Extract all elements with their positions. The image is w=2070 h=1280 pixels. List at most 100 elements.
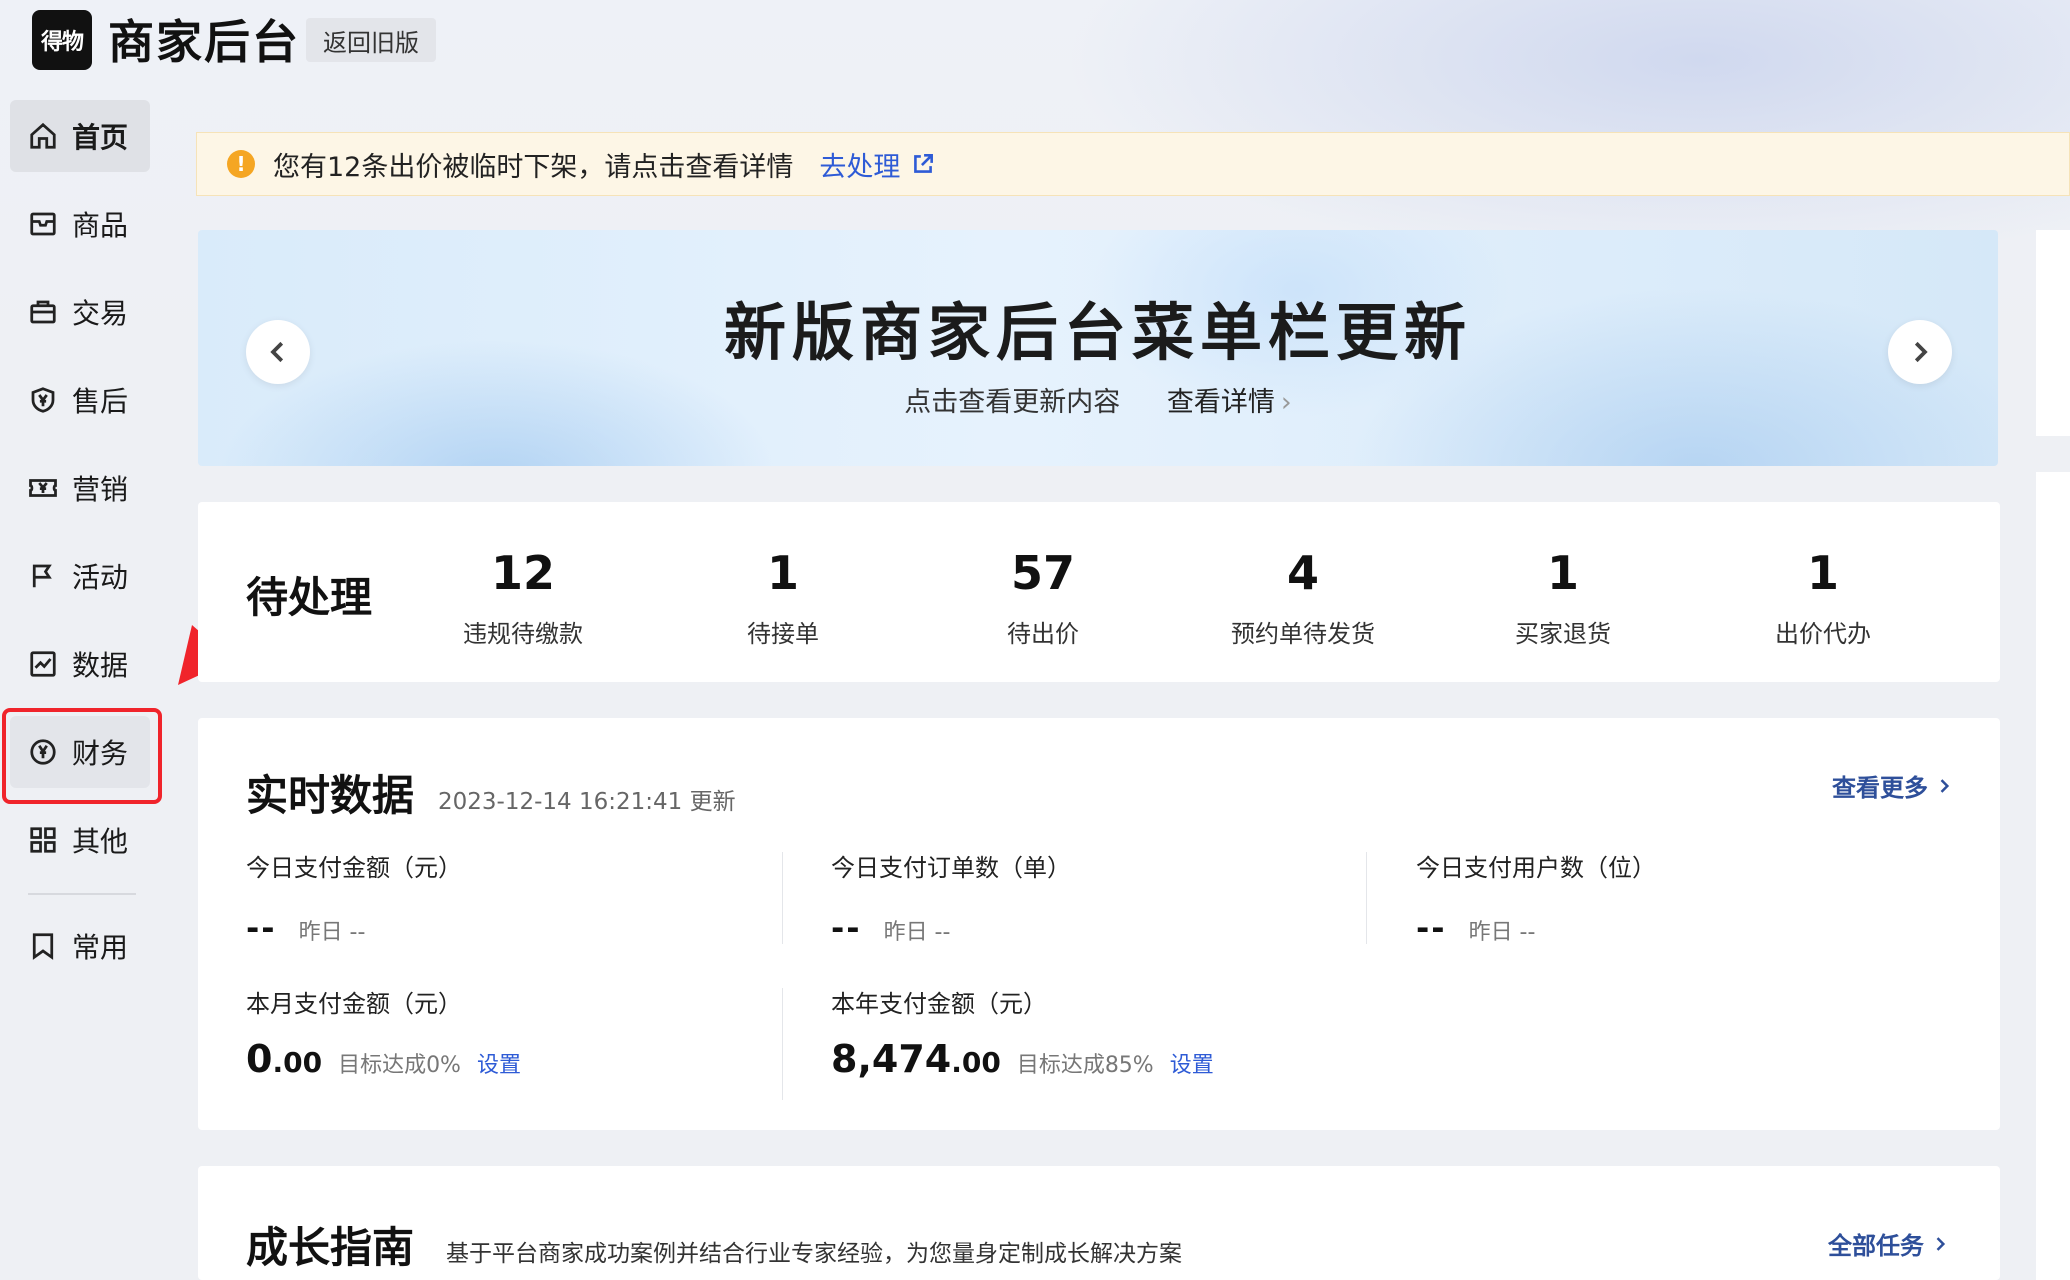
stat-bid-agent[interactable]: 1 出价代办 xyxy=(1703,546,1943,649)
sidebar-item-favorites[interactable]: 常用 xyxy=(10,910,150,982)
metric-value: -- xyxy=(246,909,277,947)
grid-icon xyxy=(28,825,58,855)
banner-title: 新版商家后台菜单栏更新 xyxy=(723,296,1472,369)
stat-violation-payment[interactable]: 12 违规待缴款 xyxy=(403,546,643,649)
stat-value: 1 xyxy=(766,546,799,600)
sidebar-item-label: 交易 xyxy=(72,297,129,330)
top-header: 得物 商家后台 返回旧版 xyxy=(0,0,2070,88)
flag-icon xyxy=(28,561,58,591)
back-to-old-version-button[interactable]: 返回旧版 xyxy=(306,18,436,62)
metric-year-amount: 本年支付金额（元） 8,474 .00 目标达成85% 设置 xyxy=(831,984,1391,1081)
app-logo: 得物 xyxy=(32,10,92,70)
metric-label: 今日支付用户数（位） xyxy=(1416,854,1656,882)
sidebar-item-trade[interactable]: 交易 xyxy=(10,276,150,348)
column-divider xyxy=(782,988,783,1100)
external-link-icon xyxy=(914,154,934,173)
stat-label: 买家退货 xyxy=(1515,620,1611,648)
sidebar-item-label: 首页 xyxy=(72,121,129,154)
metric-value: 8,474 xyxy=(831,1037,952,1081)
metric-label: 本年支付金额（元） xyxy=(831,990,1047,1018)
carousel-next-button[interactable] xyxy=(1888,320,1952,384)
stat-value: 12 xyxy=(490,546,555,600)
metric-label: 今日支付订单数（单） xyxy=(831,854,1071,882)
pending-card: 待处理 12 违规待缴款 1 待接单 57 待出价 4 预约单待发货 1 买家退… xyxy=(198,502,2000,682)
ticket-yen-icon xyxy=(28,473,58,503)
stat-value: 4 xyxy=(1286,546,1319,600)
inbox-icon xyxy=(28,209,58,239)
stat-label: 出价代办 xyxy=(1775,620,1871,648)
stat-label: 违规待缴款 xyxy=(463,620,583,648)
sidebar-item-label: 常用 xyxy=(72,931,129,964)
metric-yesterday: 昨日 -- xyxy=(298,920,366,945)
view-more-label: 查看更多 xyxy=(1832,774,1928,802)
stat-preorder-shipping[interactable]: 4 预约单待发货 xyxy=(1183,546,1423,649)
sidebar-item-label: 其他 xyxy=(72,825,129,858)
sidebar-item-label: 数据 xyxy=(72,649,129,682)
stat-pending-orders[interactable]: 1 待接单 xyxy=(663,546,903,649)
metric-yesterday: 昨日 -- xyxy=(1468,920,1536,945)
realtime-title: 实时数据 xyxy=(246,771,415,820)
shield-yen-icon xyxy=(28,385,58,415)
metric-month-amount: 本月支付金额（元） 0 .00 目标达成0% 设置 xyxy=(246,984,806,1081)
notice-bar: ! 您有12条出价被临时下架，请点击查看详情 去处理 xyxy=(196,132,2070,196)
stat-value: 57 xyxy=(1010,546,1075,600)
sidebar-item-after-sales[interactable]: 售后 xyxy=(10,364,150,436)
metric-value: 0 xyxy=(246,1037,273,1081)
metric-yesterday: 昨日 -- xyxy=(883,920,951,945)
column-divider xyxy=(1366,852,1367,944)
metric-label: 今日支付金额（元） xyxy=(246,854,462,882)
metric-value-decimal: .00 xyxy=(951,1046,1001,1079)
chevron-right-icon xyxy=(1914,341,1928,363)
realtime-updated-time: 2023-12-14 16:21:41 更新 xyxy=(438,789,736,815)
sidebar: 首页 商品 交易 售后 营销 活动 数据 财务 其他 常用 xyxy=(0,90,165,1280)
set-goal-link[interactable]: 设置 xyxy=(1170,1047,1214,1079)
home-icon xyxy=(28,121,58,151)
chevron-right-icon xyxy=(1936,1236,1946,1251)
sidebar-item-products[interactable]: 商品 xyxy=(10,188,150,260)
sidebar-item-label: 营销 xyxy=(72,473,129,506)
app-title: 商家后台 xyxy=(108,15,300,69)
chart-icon xyxy=(28,649,58,679)
carousel-prev-button[interactable] xyxy=(246,320,310,384)
stat-value: 1 xyxy=(1546,546,1579,600)
bag-icon xyxy=(28,297,58,327)
bookmark-icon xyxy=(28,931,58,961)
sidebar-item-marketing[interactable]: 营销 xyxy=(10,452,150,524)
sidebar-divider xyxy=(28,893,136,895)
stat-value: 1 xyxy=(1806,546,1839,600)
all-tasks-label: 全部任务 xyxy=(1828,1232,1924,1260)
metric-goal: 目标达成85% xyxy=(1016,1053,1154,1078)
stat-label: 待出价 xyxy=(1007,620,1079,648)
banner-subtitle: 点击查看更新内容 xyxy=(904,387,1121,418)
all-tasks-link[interactable]: 全部任务 xyxy=(1828,1226,1950,1261)
side-panel-peek xyxy=(2036,472,2070,1280)
growth-guide-card: 成长指南 基于平台商家成功案例并结合行业专家经验，为您量身定制成长解决方案 全部… xyxy=(198,1166,2000,1280)
warning-icon: ! xyxy=(227,150,255,178)
side-panel-peek xyxy=(2036,230,2070,436)
growth-title: 成长指南 xyxy=(246,1223,415,1272)
sidebar-item-label: 活动 xyxy=(72,561,129,594)
metric-value-decimal: .00 xyxy=(272,1046,323,1079)
metric-today-orders: 今日支付订单数（单） -- 昨日 -- xyxy=(831,848,1391,947)
sidebar-item-activity[interactable]: 活动 xyxy=(10,540,150,612)
metric-today-amount: 今日支付金额（元） -- 昨日 -- xyxy=(246,848,806,947)
handle-now-link[interactable]: 去处理 xyxy=(819,145,936,184)
sidebar-item-home[interactable]: 首页 xyxy=(10,100,150,172)
metric-today-users: 今日支付用户数（位） -- 昨日 -- xyxy=(1416,848,1976,947)
sidebar-item-label: 售后 xyxy=(72,385,129,418)
notice-text: 您有12条出价被临时下架，请点击查看详情 xyxy=(273,151,794,183)
metric-value: -- xyxy=(831,909,862,947)
sidebar-item-other[interactable]: 其他 xyxy=(10,804,150,876)
chevron-right-icon xyxy=(1940,778,1950,793)
pending-title: 待处理 xyxy=(246,573,373,622)
stat-buyer-returns[interactable]: 1 买家退货 xyxy=(1443,546,1683,649)
sidebar-item-data[interactable]: 数据 xyxy=(10,628,150,700)
sidebar-item-label: 商品 xyxy=(72,209,129,242)
set-goal-link[interactable]: 设置 xyxy=(477,1047,521,1079)
banner-subtitle-row: 点击查看更新内容 查看详情 xyxy=(198,380,1998,419)
view-details-link[interactable]: 查看详情 xyxy=(1167,387,1292,418)
stat-pending-bids[interactable]: 57 待出价 xyxy=(923,546,1163,649)
view-more-link[interactable]: 查看更多 xyxy=(1832,768,1954,803)
growth-description: 基于平台商家成功案例并结合行业专家经验，为您量身定制成长解决方案 xyxy=(446,1241,1182,1267)
update-banner[interactable]: 新版商家后台菜单栏更新 点击查看更新内容 查看详情 xyxy=(198,230,1998,466)
